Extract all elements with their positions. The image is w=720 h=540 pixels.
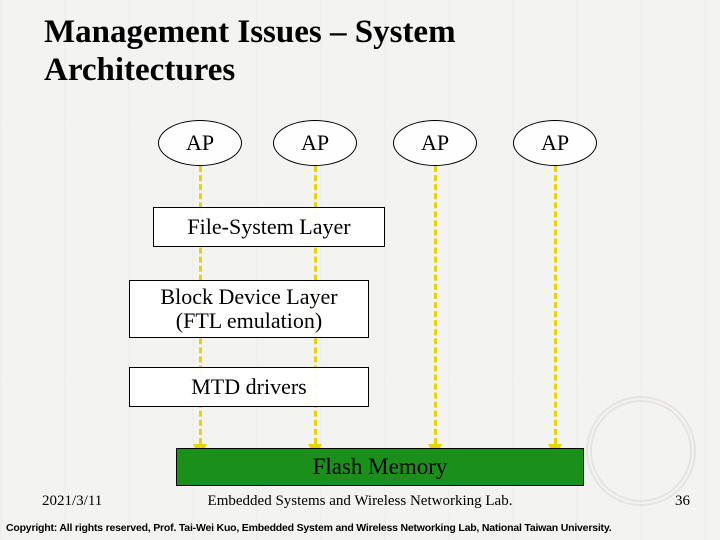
file-system-layer-box: File-System Layer — [153, 207, 385, 247]
arrow-ap3 — [434, 166, 437, 444]
block-device-layer-box: Block Device Layer (FTL emulation) — [129, 280, 369, 338]
mtd-drivers-box: MTD drivers — [129, 367, 369, 407]
block-device-line1: Block Device Layer — [160, 284, 337, 309]
block-device-line2: (FTL emulation) — [176, 308, 322, 333]
ap-node-3: AP — [393, 120, 477, 166]
ap-node-1: AP — [158, 120, 242, 166]
footer-lab: Embedded Systems and Wireless Networking… — [0, 493, 720, 510]
flash-memory-box: Flash Memory — [176, 448, 584, 486]
footer-copyright: Copyright: All rights reserved, Prof. Ta… — [6, 522, 611, 534]
slide: Management Issues – System Architectures… — [0, 0, 720, 540]
block-device-layer-text: Block Device Layer (FTL emulation) — [160, 285, 337, 333]
flash-memory-label: Flash Memory — [313, 454, 448, 480]
page-number: 36 — [675, 493, 690, 510]
architecture-diagram: AP AP AP AP File-System Layer Block Devi… — [0, 0, 720, 540]
arrow-ap4 — [554, 166, 557, 444]
ap-node-2: AP — [273, 120, 357, 166]
ap-node-4: AP — [513, 120, 597, 166]
